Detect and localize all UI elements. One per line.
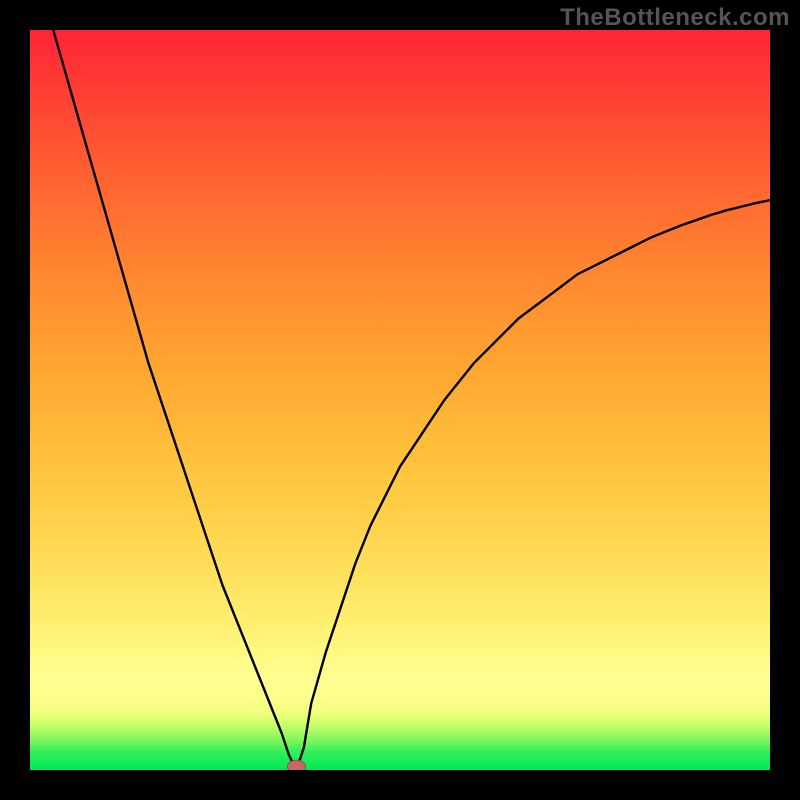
source-label: TheBottleneck.com: [560, 4, 790, 32]
min-marker: [287, 760, 305, 770]
plot-svg: [30, 30, 770, 770]
chart-frame: TheBottleneck.com: [0, 0, 800, 800]
plot-area: [30, 30, 770, 770]
bottleneck-curve: [30, 30, 770, 770]
